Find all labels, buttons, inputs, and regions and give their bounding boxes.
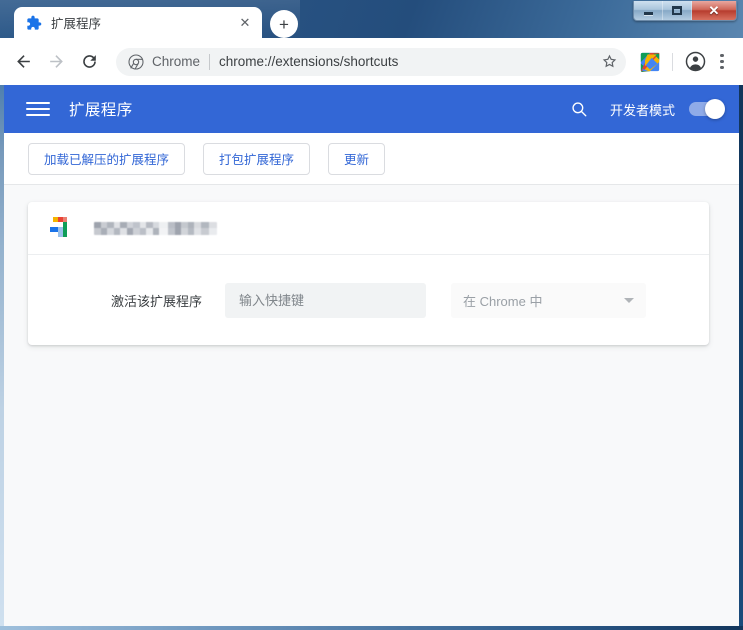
chrome-logo-icon: [128, 53, 144, 70]
shortcut-row-label: 激活该扩展程序: [111, 293, 203, 309]
tab-strip: 扩展程序 ✕ +: [0, 0, 743, 38]
developer-mode-label: 开发者模式: [609, 102, 675, 118]
toolbar-divider: [672, 52, 673, 71]
extensions-app-header: 扩展程序 开发者模式: [4, 85, 739, 133]
menu-dot: [720, 59, 724, 64]
browser-window: ✕ 扩展程序 ✕ + Chrome chrome://extensions/sh…: [0, 0, 743, 630]
hamburger-line: [26, 108, 50, 110]
shortcut-scope-select[interactable]: 在 Chrome 中: [451, 282, 646, 318]
window-bottom-border: [0, 626, 743, 630]
forward-button[interactable]: [41, 47, 71, 77]
search-icon[interactable]: [566, 96, 592, 122]
extensions-page: 扩展程序 开发者模式 加载已解压的扩展程序 打包扩展程序 更新 激活该扩展程序 …: [4, 85, 739, 626]
back-button[interactable]: [8, 47, 38, 77]
hamburger-line: [26, 102, 50, 104]
omnibox-url-text: chrome://extensions/shortcuts: [219, 54, 399, 69]
pack-extension-button[interactable]: 打包扩展程序: [203, 142, 311, 175]
load-unpacked-button[interactable]: 加载已解压的扩展程序: [28, 142, 186, 175]
reload-icon: [82, 55, 96, 68]
shortcut-input[interactable]: [225, 282, 426, 318]
puzzle-icon: [26, 15, 42, 31]
tab-extensions[interactable]: 扩展程序 ✕: [14, 7, 262, 38]
extensions-action-bar: 加载已解压的扩展程序 打包扩展程序 更新: [4, 133, 739, 185]
update-button[interactable]: 更新: [328, 142, 386, 175]
extension-shortcut-card: 激活该扩展程序 在 Chrome 中: [28, 202, 709, 345]
window-right-border: [739, 85, 743, 626]
tab-title: 扩展程序: [51, 17, 102, 31]
card-header: [28, 202, 709, 255]
three-dot-menu-icon[interactable]: [709, 48, 735, 76]
shortcut-row: 激活该扩展程序 在 Chrome 中: [28, 255, 709, 345]
browser-toolbar: Chrome chrome://extensions/shortcuts: [0, 38, 743, 85]
back-arrow-icon: [16, 55, 30, 68]
omnibox-divider: [209, 53, 211, 70]
hamburger-menu-icon[interactable]: [26, 97, 50, 121]
shortcut-scope-value: 在 Chrome 中: [463, 293, 543, 309]
tab-close-icon[interactable]: ✕: [236, 14, 254, 32]
developer-mode-toggle[interactable]: [689, 99, 725, 119]
star-icon[interactable]: [596, 49, 622, 75]
address-bar[interactable]: Chrome chrome://extensions/shortcuts: [116, 47, 626, 76]
menu-dot: [720, 66, 724, 70]
omnibox-scheme-label: Chrome: [152, 54, 201, 69]
extension-toolbar-icon[interactable]: [636, 48, 664, 76]
google-extension-icon: [50, 217, 72, 239]
hamburger-line: [26, 114, 50, 116]
menu-dot: [720, 53, 724, 57]
extension-name-redacted: [94, 221, 217, 235]
profile-avatar-icon[interactable]: [681, 48, 709, 76]
new-tab-button[interactable]: +: [270, 10, 298, 38]
reload-button[interactable]: [74, 47, 104, 77]
page-title: 扩展程序: [69, 102, 133, 119]
forward-arrow-icon: [49, 55, 63, 68]
chevron-down-icon: [624, 297, 634, 303]
